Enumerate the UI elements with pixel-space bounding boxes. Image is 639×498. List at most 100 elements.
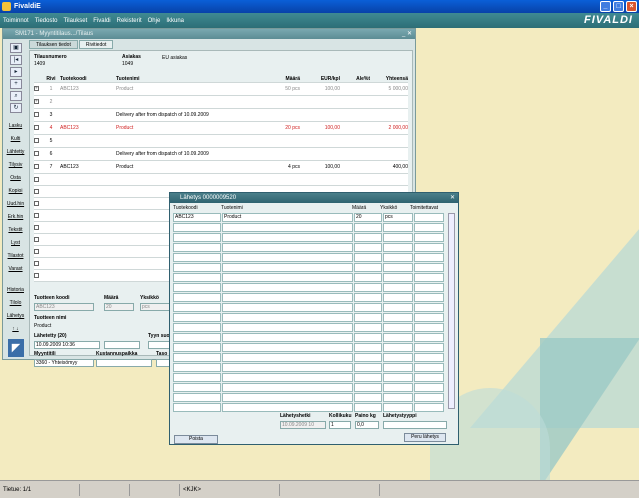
dispatch-empty-cell[interactable] [354,403,382,412]
dispatch-empty-cell[interactable] [383,273,413,282]
row-checkbox[interactable] [34,98,42,106]
dispatch-empty-cell[interactable] [414,363,444,372]
dispatch-empty-row[interactable] [173,293,447,302]
dispatch-empty-cell[interactable] [383,223,413,232]
dispatch-empty-cell[interactable] [354,253,382,262]
dispatch-empty-row[interactable] [173,363,447,372]
dispatch-empty-cell[interactable] [354,283,382,292]
dispatch-empty-cell[interactable] [173,353,221,362]
dispatch-type-select[interactable] [383,421,447,429]
refresh-icon[interactable]: ↻ [10,103,22,113]
dispatch-empty-cell[interactable] [173,363,221,372]
dispatch-deliver-cell[interactable] [414,213,444,222]
dispatch-empty-cell[interactable] [354,383,382,392]
first-icon[interactable]: |◂ [10,55,22,65]
dispatch-empty-row[interactable] [173,283,447,292]
dispatch-empty-cell[interactable] [414,373,444,382]
dispatch-empty-cell[interactable] [383,353,413,362]
cancel-dispatch-button[interactable]: Peru lähetys [404,433,446,442]
shipped-date-field[interactable]: 10.09.2009 10:36 [34,341,100,349]
dispatch-empty-cell[interactable] [222,313,353,322]
dispatch-empty-cell[interactable] [173,343,221,352]
dispatch-empty-cell[interactable] [383,383,413,392]
checkbox-icon[interactable] [34,98,39,104]
row-checkbox[interactable] [34,150,42,158]
row-checkbox[interactable] [34,111,42,119]
checkbox-icon[interactable] [34,249,39,254]
weight-field[interactable]: 0,0 [355,421,379,429]
cost-center-select[interactable] [96,359,152,367]
dialog-scrollbar[interactable] [448,213,455,409]
dispatch-empty-cell[interactable] [354,363,382,372]
dispatch-empty-cell[interactable] [414,393,444,402]
dispatch-empty-cell[interactable] [354,313,382,322]
checkbox-icon[interactable] [34,201,39,206]
dispatch-row[interactable]: ABC123 Product 20 pcs [173,213,447,222]
lyst-button[interactable]: Lyst [5,238,26,249]
dispatch-empty-cell[interactable] [414,253,444,262]
dispatch-empty-row[interactable] [173,223,447,232]
packages-field[interactable]: 1 [329,421,351,429]
lahetys-button[interactable]: Lähetys [5,311,26,322]
menu-fivaldi[interactable]: Fivaldi [93,18,110,24]
table-row[interactable]: 7 ABC123 Product 4 pcs 100,00 400,00 [34,161,408,174]
osta-button[interactable]: Osta [5,173,26,184]
tilastot-button[interactable]: Tilastot [5,251,26,262]
dispatch-empty-cell[interactable] [414,293,444,302]
menu-tiedosto[interactable]: Tiedosto [35,18,58,24]
menu-rekisterit[interactable]: Rekisterit [117,18,142,24]
dispatch-empty-cell[interactable] [354,303,382,312]
dispatch-empty-cell[interactable] [414,353,444,362]
dispatch-empty-cell[interactable] [383,313,413,322]
tab-order-info[interactable]: Tilauksen tiedot [29,40,78,49]
dispatch-empty-cell[interactable] [414,383,444,392]
dispatch-empty-cell[interactable] [173,333,221,342]
account-select[interactable]: 3360 - Yhteisömyy [34,359,94,367]
dispatch-empty-cell[interactable] [414,323,444,332]
dispatch-empty-cell[interactable] [383,253,413,262]
next-icon[interactable]: ▸ [10,67,22,77]
dispatch-empty-cell[interactable] [222,293,353,302]
dispatch-empty-cell[interactable] [222,393,353,402]
tilolo-button[interactable]: Tilolo [5,298,26,309]
dispatch-empty-cell[interactable] [173,403,221,412]
dispatch-empty-cell[interactable] [414,243,444,252]
dispatch-empty-row[interactable] [173,273,447,282]
dispatch-empty-row[interactable] [173,253,447,262]
checkbox-icon[interactable] [34,150,39,156]
dispatch-empty-cell[interactable] [383,233,413,242]
dispatch-empty-cell[interactable] [383,263,413,272]
dispatch-empty-cell[interactable] [414,283,444,292]
table-row[interactable]: 1 ABC123 Product 50 pcs 100,00 5 000,00 [34,83,408,96]
close-icon[interactable]: × [626,1,637,12]
add-icon[interactable]: + [10,79,22,89]
dispatch-empty-cell[interactable] [354,393,382,402]
table-row[interactable]: 3 Delivery after from dispatch of 10.09.2… [34,109,408,122]
qty-input[interactable]: 20 [104,303,134,311]
dispatch-empty-cell[interactable] [222,253,353,262]
dispatch-empty-row[interactable] [173,303,447,312]
dispatch-empty-cell[interactable] [222,333,353,342]
dispatch-empty-cell[interactable] [414,263,444,272]
dispatch-empty-cell[interactable] [383,243,413,252]
table-row[interactable]: 4 ABC123 Product 20 pcs 100,00 2 000,00 [34,122,408,135]
dispatch-empty-cell[interactable] [173,373,221,382]
checkbox-icon[interactable] [34,85,39,91]
row-move-arrows[interactable]: ↑ ↓ [5,324,26,335]
empty-row[interactable] [34,174,408,186]
shipped-extra-field[interactable] [104,341,140,349]
dispatch-empty-cell[interactable] [173,233,221,242]
dispatch-unit-cell[interactable]: pcs [383,213,413,222]
dispatch-empty-cell[interactable] [414,273,444,282]
dispatch-empty-row[interactable] [173,323,447,332]
dispatch-empty-cell[interactable] [414,403,444,412]
dispatch-empty-cell[interactable] [383,343,413,352]
varast-button[interactable]: Varast [5,264,26,275]
erk-hin-button[interactable]: Erk.hin [5,212,26,223]
dispatch-empty-cell[interactable] [222,283,353,292]
kopioi-button[interactable]: Kopioi [5,186,26,197]
dispatch-empty-cell[interactable] [414,343,444,352]
checkbox-icon[interactable] [34,124,39,130]
table-row[interactable]: 2 [34,96,408,109]
dispatch-empty-cell[interactable] [354,353,382,362]
